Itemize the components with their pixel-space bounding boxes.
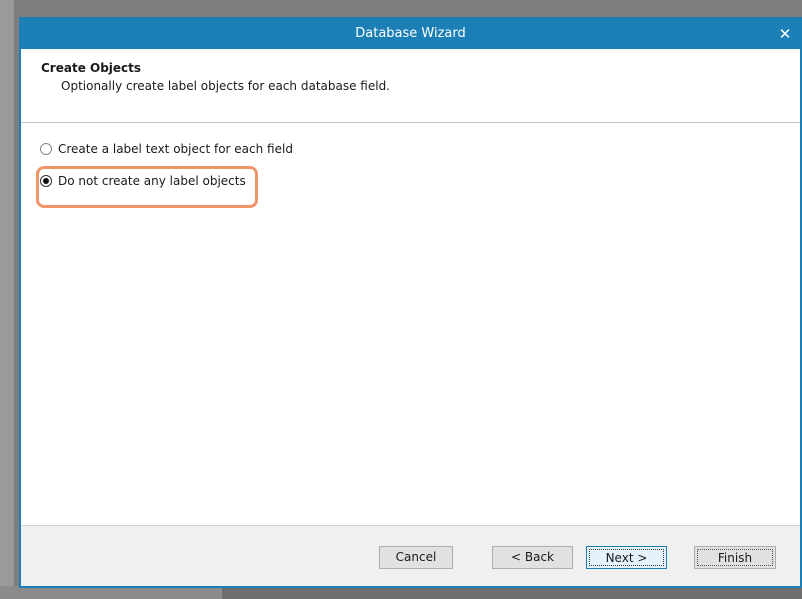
title-bar[interactable]: Database Wizard ✕: [21, 19, 800, 49]
back-button[interactable]: < Back: [492, 546, 573, 569]
page-title: Create Objects: [41, 61, 142, 75]
highlight-annotation: [36, 166, 258, 208]
back-button-label: < Back: [510, 550, 554, 564]
next-button-label: Next >: [589, 549, 664, 566]
option-label[interactable]: Create a label text object for each fiel…: [58, 141, 293, 158]
background-left-strip: [0, 0, 14, 599]
dialog-title: Database Wizard: [355, 26, 466, 41]
button-bar: Cancel < Back Next > Finish: [21, 525, 800, 586]
radio-create-label-objects[interactable]: [40, 143, 52, 155]
cancel-button[interactable]: Cancel: [379, 546, 453, 569]
finish-button-label: Finish: [697, 549, 773, 566]
next-button[interactable]: Next >: [586, 546, 667, 569]
wizard-header: Create Objects Optionally create label o…: [21, 49, 800, 123]
cancel-button-label: Cancel: [395, 550, 437, 564]
finish-button[interactable]: Finish: [694, 546, 776, 569]
database-wizard-dialog: Database Wizard ✕ Create Objects Optiona…: [19, 17, 802, 588]
page-subtitle: Optionally create label objects for each…: [61, 79, 390, 93]
close-icon[interactable]: ✕: [772, 19, 798, 49]
